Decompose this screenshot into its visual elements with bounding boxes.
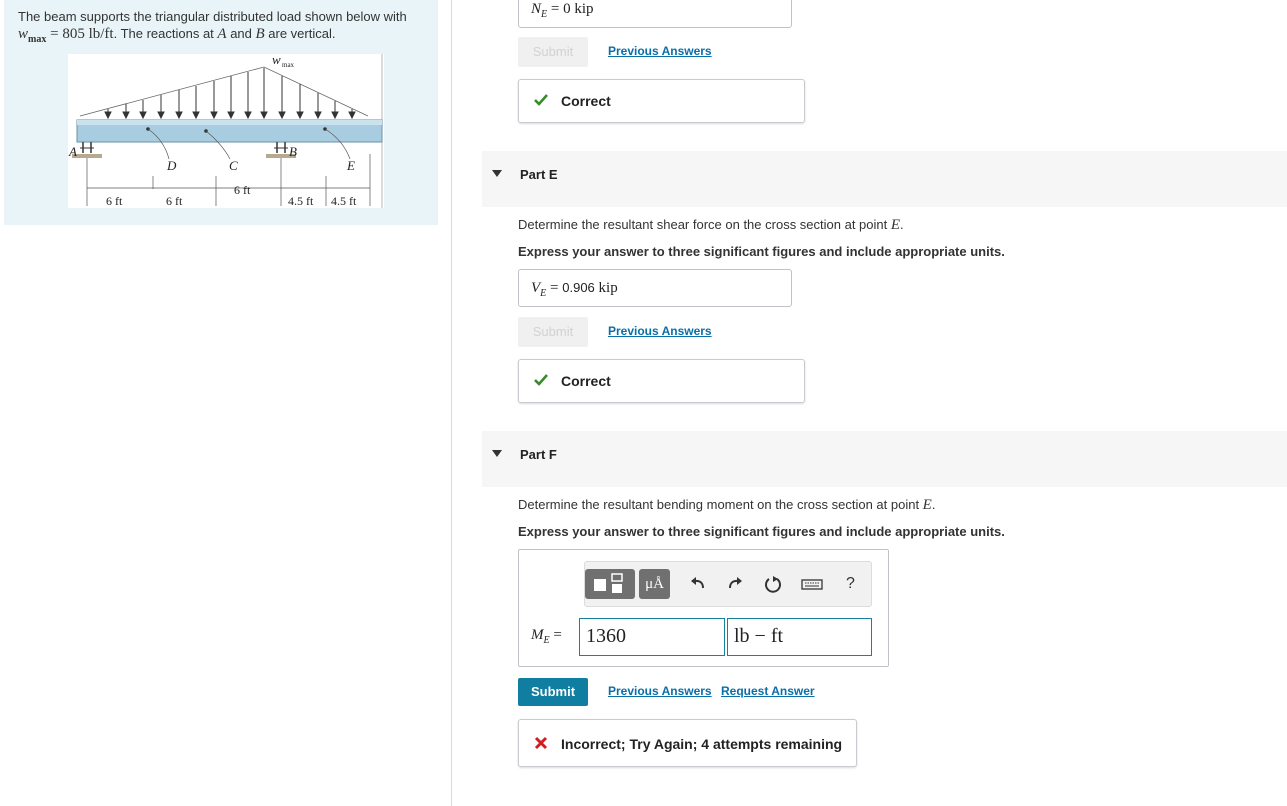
problem-panel: The beam supports the triangular distrib… bbox=[4, 0, 438, 225]
part-e-submit-button[interactable]: Submit bbox=[518, 317, 588, 347]
part-f-previous-answers-link[interactable]: Previous Answers bbox=[608, 684, 712, 698]
part-f-header[interactable]: Part F bbox=[482, 431, 1287, 487]
problem-statement: The beam supports the triangular distrib… bbox=[18, 8, 428, 48]
dim-e-end: 4.5 ft bbox=[331, 194, 357, 208]
part-d-feedback-text: Correct bbox=[561, 93, 611, 109]
label-e: E bbox=[346, 158, 355, 173]
label-a: A bbox=[68, 144, 77, 159]
check-icon bbox=[534, 94, 548, 106]
part-e-previous-answers-link[interactable]: Previous Answers bbox=[608, 324, 712, 338]
part-d-previous-answers-link[interactable]: Previous Answers bbox=[608, 44, 712, 58]
keyboard-icon[interactable] bbox=[801, 574, 823, 594]
point-b-label: B bbox=[255, 26, 265, 42]
part-f-submit-button[interactable]: Submit bbox=[518, 678, 588, 706]
part-f-instruction: Express your answer to three significant… bbox=[518, 524, 1005, 539]
undo-icon[interactable] bbox=[688, 574, 708, 594]
label-d: D bbox=[166, 158, 177, 173]
units-button[interactable]: μÅ bbox=[639, 569, 670, 599]
part-d-feedback: Correct bbox=[518, 79, 805, 123]
part-f-title: Part F bbox=[520, 447, 557, 462]
wmax-symbol: wmax = 805 lb/ft bbox=[18, 26, 114, 45]
column-divider bbox=[451, 0, 452, 806]
part-e-answer: VE = 0.906 kip bbox=[531, 280, 618, 299]
moment-label: ME = bbox=[531, 627, 562, 646]
dim-ad: 6 ft bbox=[106, 194, 123, 208]
load-outline bbox=[79, 66, 369, 117]
problem-text-2: . The reactions at bbox=[113, 26, 218, 41]
label-c: C bbox=[229, 158, 238, 173]
collapse-caret-icon[interactable] bbox=[492, 170, 502, 177]
problem-text-3: and bbox=[226, 26, 256, 41]
part-e-feedback-text: Correct bbox=[561, 373, 611, 389]
part-e-title: Part E bbox=[520, 167, 558, 182]
reset-icon[interactable] bbox=[763, 574, 783, 594]
dim-cb: 6 ft bbox=[234, 183, 251, 197]
wmax-label: w bbox=[272, 54, 281, 67]
part-e-instruction: Express your answer to three significant… bbox=[518, 244, 1005, 259]
templates-button[interactable] bbox=[585, 569, 635, 599]
moment-value-input[interactable]: 1360 bbox=[579, 618, 725, 656]
part-d-submit-button[interactable]: Submit bbox=[518, 37, 588, 67]
part-f-question: Determine the resultant bending moment o… bbox=[518, 497, 936, 513]
part-f-feedback-text: Incorrect; Try Again; 4 attempts remaini… bbox=[561, 736, 843, 752]
part-e-question: Determine the resultant shear force on t… bbox=[518, 217, 904, 233]
dim-be: 4.5 ft bbox=[288, 194, 314, 208]
problem-text-4: are vertical. bbox=[264, 26, 336, 41]
part-d-answer-box: NE = 0 kip bbox=[518, 0, 792, 28]
beam-highlight bbox=[77, 120, 382, 125]
dim-dc: 6 ft bbox=[166, 194, 183, 208]
problem-text-1: The beam supports the triangular distrib… bbox=[18, 9, 407, 24]
load-arrows bbox=[104, 68, 356, 120]
part-e-answer-box: VE = 0.906 kip bbox=[518, 269, 792, 307]
part-d-answer: NE = 0 kip bbox=[531, 1, 594, 20]
check-icon bbox=[534, 374, 548, 386]
beam-figure: w max A D C B E 6 ft 6 ft 6 ft 4.5 ft 4.… bbox=[68, 52, 384, 208]
part-e-feedback: Correct bbox=[518, 359, 805, 403]
templates-icon bbox=[594, 573, 623, 593]
wmax-sub-label: max bbox=[282, 61, 295, 69]
request-answer-link[interactable]: Request Answer bbox=[721, 684, 815, 698]
math-toolbar: μÅ ? bbox=[584, 561, 872, 607]
incorrect-x-icon bbox=[534, 736, 548, 750]
beam-diagram: w max A D C B E 6 ft 6 ft 6 ft 4.5 ft 4.… bbox=[68, 52, 383, 208]
redo-icon[interactable] bbox=[725, 574, 745, 594]
moment-units-input[interactable]: lb − ft bbox=[727, 618, 872, 656]
help-icon[interactable]: ? bbox=[846, 575, 855, 593]
collapse-caret-icon[interactable] bbox=[492, 450, 502, 457]
part-e-header[interactable]: Part E bbox=[482, 151, 1287, 207]
point-a-label: A bbox=[217, 26, 227, 42]
part-f-feedback: Incorrect; Try Again; 4 attempts remaini… bbox=[518, 719, 857, 767]
label-b: B bbox=[289, 144, 297, 159]
